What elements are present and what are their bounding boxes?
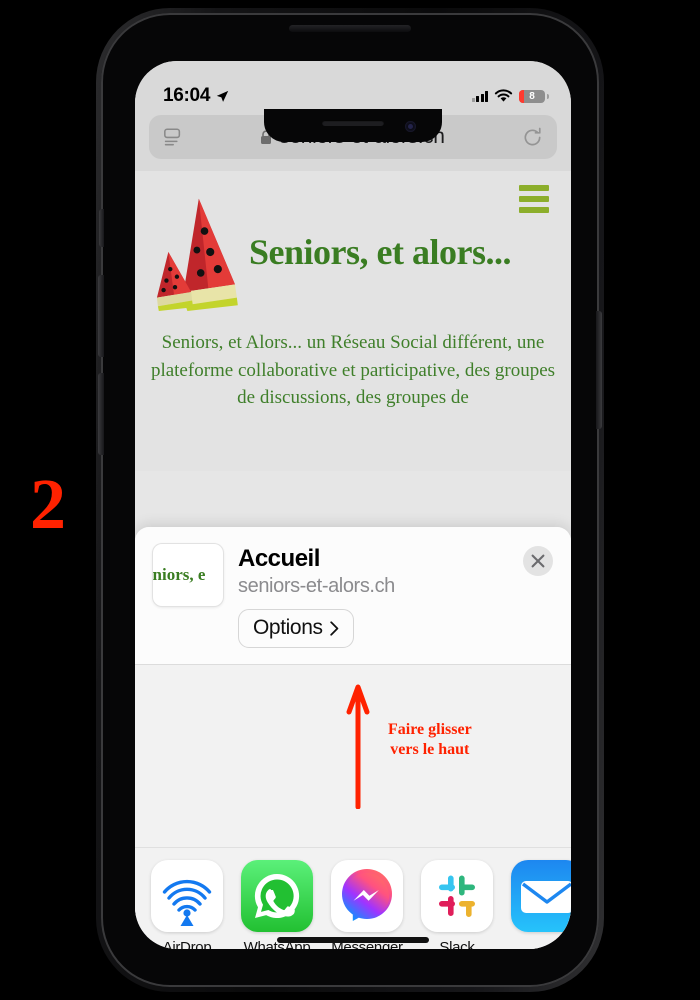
wifi-icon [494, 89, 513, 102]
speaker-grille-icon [322, 120, 384, 126]
share-target-messenger[interactable]: Messenger [331, 860, 403, 949]
share-sheet-body[interactable]: Faire glisser vers le haut [135, 665, 571, 847]
close-button[interactable] [523, 546, 553, 576]
battery-low-fill [519, 89, 524, 103]
share-subtitle: seniors-et-alors.ch [238, 575, 395, 597]
notch [264, 109, 442, 142]
share-target-airdrop[interactable]: AirDrop [151, 860, 223, 949]
options-button[interactable]: Options [238, 609, 354, 648]
status-bar-left: 16:04 [163, 85, 229, 107]
share-sheet: eniors, e Accueil seniors-et-alors.ch Op… [135, 527, 571, 949]
phone-screen: 16:04 8 Seniors, et alors... Seniors, et… [135, 61, 571, 949]
signal-bars-icon [471, 90, 488, 102]
share-title: Accueil [238, 545, 320, 572]
share-app-row: AirDrop WhatsApp Messenger Slack [135, 847, 571, 949]
share-target-mail[interactable] [511, 860, 571, 939]
messenger-icon [331, 860, 403, 932]
close-icon [531, 554, 545, 568]
mute-switch-button[interactable] [99, 209, 104, 247]
location-arrow-icon [216, 90, 229, 102]
share-target-whatsapp[interactable]: WhatsApp [241, 860, 313, 949]
hamburger-menu-icon[interactable] [519, 185, 549, 218]
status-bar: 16:04 8 [135, 81, 571, 111]
iphone-device-frame: 16:04 8 Seniors, et alors... Seniors, et… [96, 8, 604, 992]
volume-down-button[interactable] [98, 373, 104, 455]
options-label: Options [253, 616, 323, 639]
app-label: Slack [439, 939, 475, 949]
page-thumbnail: eniors, e [153, 544, 223, 606]
site-paragraph: Seniors, et Alors... un Réseau Social di… [150, 332, 556, 409]
reload-icon[interactable] [522, 127, 543, 148]
clock-time: 16:04 [163, 85, 211, 106]
watermelon-logo [156, 198, 238, 311]
chevron-right-icon [329, 620, 338, 636]
site-title: Seniors, et alors... [249, 232, 511, 272]
camera-lens-dot [408, 124, 413, 129]
front-camera-icon [405, 121, 416, 132]
earpiece-grille-icon [289, 25, 411, 32]
site-header: Seniors, et alors... [135, 171, 571, 311]
share-sheet-meta: Accueil seniors-et-alors.ch Options [238, 544, 508, 648]
share-sheet-header: eniors, e Accueil seniors-et-alors.ch Op… [135, 527, 571, 665]
volume-up-button[interactable] [98, 275, 104, 357]
swipe-up-instruction: Faire glisser vers le haut [388, 720, 472, 761]
whatsapp-icon [241, 860, 313, 932]
instruction-line-1: Faire glisser [388, 721, 472, 738]
share-target-slack[interactable]: Slack [421, 860, 493, 949]
home-indicator[interactable] [277, 937, 429, 943]
reader-view-icon[interactable] [163, 127, 183, 147]
app-label: AirDrop [162, 939, 212, 949]
battery-level-label: 8 [529, 90, 535, 102]
status-bar-right: 8 [471, 89, 549, 103]
airdrop-icon [151, 860, 223, 932]
swipe-up-arrow-annotation [346, 684, 370, 809]
phone-bezel: 16:04 8 Seniors, et alors... Seniors, et… [98, 13, 602, 987]
power-button[interactable] [596, 311, 602, 429]
thumbnail-text: eniors, e [153, 565, 206, 584]
slack-icon [421, 860, 493, 932]
instruction-line-2: vers le haut [390, 741, 470, 759]
battery-icon: 8 [519, 89, 549, 103]
webpage-content: Seniors, et alors... Seniors, et Alors..… [135, 171, 571, 471]
step-number-annotation: 2 [30, 464, 66, 544]
mail-icon [511, 860, 571, 932]
